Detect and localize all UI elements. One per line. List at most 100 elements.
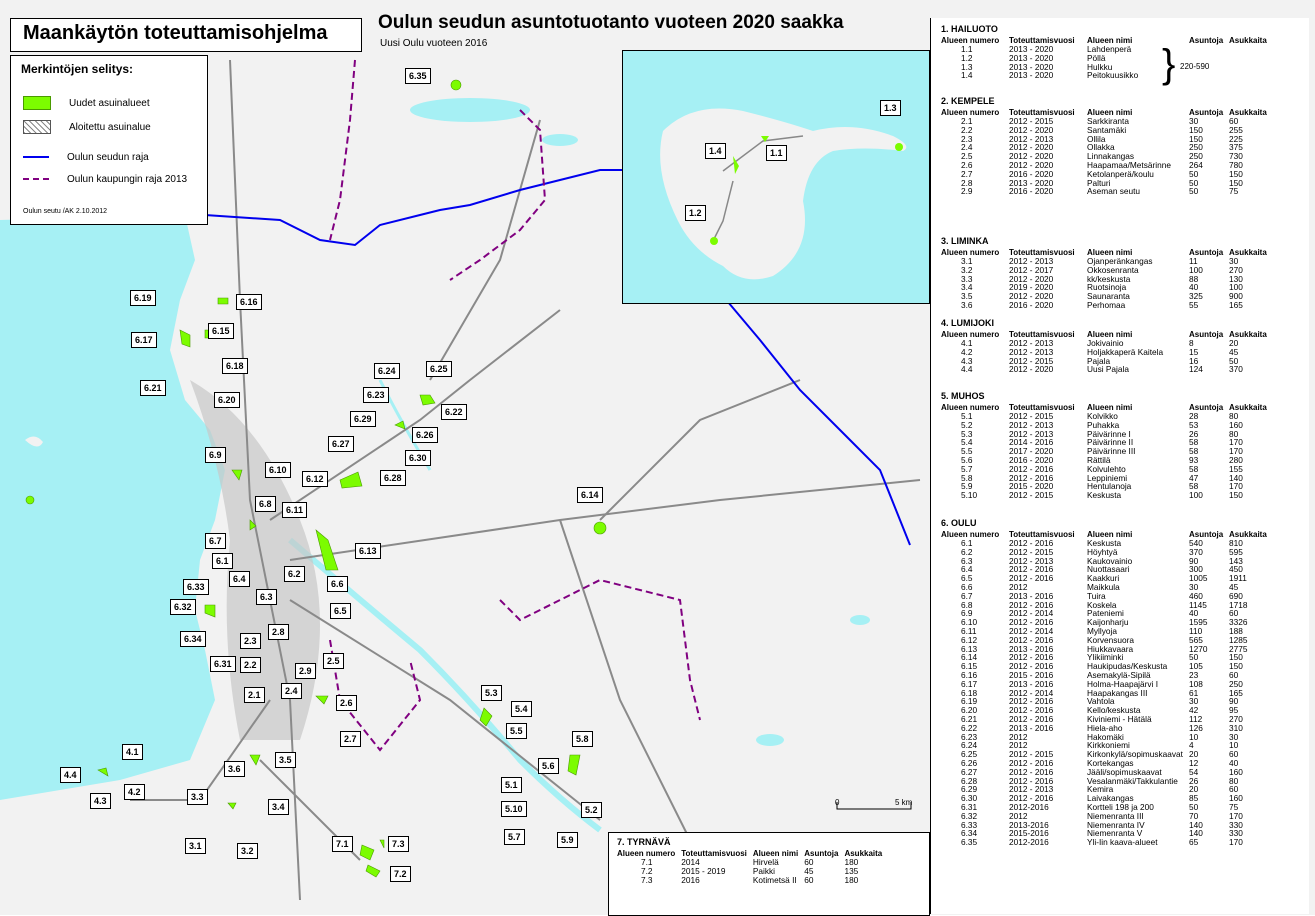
table-cell: 2016 (681, 875, 700, 885)
area-label-5-10: 5.10 (501, 801, 527, 817)
area-label-1-3: 1.3 (880, 100, 901, 116)
hailuoto-inset-map (622, 50, 930, 304)
area-label-1-1: 1.1 (766, 145, 787, 161)
table-cell: 2.1 (961, 116, 973, 126)
scale-end: 5 km (895, 798, 913, 807)
statistics-panel: 1. HAILUOTO Alueen numero Toteuttamisvuosi… (930, 18, 1309, 914)
table-cell: 5.2 (961, 419, 973, 430)
table-cell: 3.6 (961, 299, 973, 310)
area-label-6-8: 6.8 (255, 496, 276, 512)
area-label-2-5: 2.5 (323, 653, 344, 669)
table-cell: Yli-Iin kaava-alueet (1087, 837, 1158, 848)
table-row: 4.4 2012 - 2020 Uusi Pajala 124 370 (941, 365, 1271, 374)
started-area-swatch (23, 120, 51, 134)
column-header: Alueen numero (941, 530, 1000, 539)
area-label-6-24: 6.24 (374, 363, 400, 379)
legend: Merkintöjen selitys: Uudet asuinalueet A… (10, 55, 208, 225)
table-cell: 1.4 (961, 70, 973, 81)
column-header: Alueen numero (941, 108, 1000, 117)
table-cell: 55 (1189, 299, 1199, 310)
table-cell: 5.10 (961, 490, 978, 501)
table-cell: 4.4 (961, 364, 973, 375)
area-label-6-30: 6.30 (405, 450, 431, 466)
area-label-4-1: 4.1 (122, 744, 143, 760)
legend-item-started: Aloitettu asuinalue (23, 120, 151, 134)
map-subtitle: Uusi Oulu vuoteen 2016 (380, 38, 488, 49)
table-cell: 2.5 (961, 151, 973, 162)
area-label-5-3: 5.3 (481, 685, 502, 701)
section-title: 1. HAILUOTO (941, 24, 998, 34)
area-label-6-2: 6.2 (284, 566, 305, 582)
table-cell: 1.3 (961, 61, 973, 72)
area-label-5-5: 5.5 (506, 723, 527, 739)
area-label-6-6: 6.6 (327, 576, 348, 592)
legend-title: Merkintöjen selitys: (21, 62, 134, 76)
column-header: Asuntoja (1189, 36, 1224, 45)
section-4: 4. LUMIJOKI Alueen numero Toteuttamisvuosi… (941, 318, 1309, 374)
section-table: Alueen numero Toteuttamisvuosi Alueen nimi… (941, 403, 1271, 500)
area-label-1-4: 1.4 (705, 143, 726, 159)
table-cell: 6.2 (961, 546, 973, 557)
table-cell: 6.8 (961, 599, 973, 610)
area-label-6-22: 6.22 (441, 404, 467, 420)
table-cell (1229, 45, 1271, 54)
area-label-6-26: 6.26 (412, 427, 438, 443)
region-border-swatch (23, 156, 49, 158)
table-cell: 6.1 (961, 538, 973, 548)
area-label-3-1: 3.1 (185, 838, 206, 854)
table-cell: 6.7 (961, 590, 973, 601)
hailuoto-brace: } (1162, 42, 1176, 86)
legend-item-region: Oulun seudun raja (23, 150, 149, 164)
area-label-6-14: 6.14 (577, 487, 603, 503)
table-cell: 2.2 (961, 124, 973, 135)
table-cell: 2016 - 2020 (1009, 299, 1054, 310)
table-cell: 4.1 (961, 338, 973, 348)
area-label-2-9: 2.9 (295, 663, 316, 679)
area-label-6-5: 6.5 (330, 603, 351, 619)
area-label-5-1: 5.1 (501, 777, 522, 793)
table-cell: 4.3 (961, 355, 973, 366)
area-label-6-29: 6.29 (350, 411, 376, 427)
table-cell: 5.1 (961, 411, 973, 421)
table-cell: 6.6 (961, 581, 973, 592)
table-cell: 2.8 (961, 177, 973, 188)
section-title: 5. MUHOS (941, 391, 985, 401)
section-table: Alueen numero Toteuttamisvuosi Alueen nimi… (941, 530, 1271, 847)
section-table: Alueen numero Toteuttamisvuosi Alueen nimi… (941, 36, 1271, 80)
scale-bar: 0 5 km (835, 798, 915, 812)
city-border-swatch (23, 178, 49, 180)
area-label-6-33: 6.33 (183, 579, 209, 595)
table-cell: 2012-2016 (1009, 837, 1049, 848)
area-label-6-16: 6.16 (236, 294, 262, 310)
table-cell: 370 (1229, 364, 1243, 375)
table-row: 2.2 2012 - 2020 Santamäki 150 255 (941, 124, 1271, 135)
table-cell: 150 (1229, 490, 1243, 501)
area-label-5-2: 5.2 (581, 802, 602, 818)
area-label-3-6: 3.6 (224, 761, 245, 777)
area-label-6-11: 6.11 (282, 502, 308, 518)
area-label-5-4: 5.4 (511, 701, 532, 717)
column-header: Alueen numero (941, 248, 1000, 257)
area-label-6-18: 6.18 (222, 358, 248, 374)
scale-zero: 0 (835, 798, 840, 807)
area-label-6-27: 6.27 (328, 436, 354, 452)
table-cell (1229, 71, 1271, 80)
area-label-6-12: 6.12 (302, 471, 328, 487)
area-label-2-7: 2.7 (340, 731, 361, 747)
table-cell: 5.7 (961, 463, 973, 474)
area-label-6-4: 6.4 (229, 571, 250, 587)
tyrnava-table-box: 7. TYRNÄVÄ Alueen numero Toteuttamisvuosi… (608, 832, 930, 916)
area-label-6-25: 6.25 (426, 361, 452, 377)
area-label-7-3: 7.3 (388, 836, 409, 852)
area-label-4-2: 4.2 (124, 784, 145, 800)
table-cell: Perhomaa (1087, 299, 1126, 310)
table-row: 1.4 2013 - 2020 Peitokuusikko (941, 71, 1271, 80)
area-label-6-23: 6.23 (363, 387, 389, 403)
table-cell: 2012 - 2015 (1009, 490, 1054, 501)
table-cell: Kotimetsä II (752, 875, 797, 885)
table-cell: 3.3 (961, 273, 973, 284)
table-cell (1229, 54, 1271, 63)
area-label-2-1: 2.1 (244, 687, 265, 703)
table-cell: 5.6 (961, 454, 973, 465)
area-label-6-9: 6.9 (205, 447, 226, 463)
